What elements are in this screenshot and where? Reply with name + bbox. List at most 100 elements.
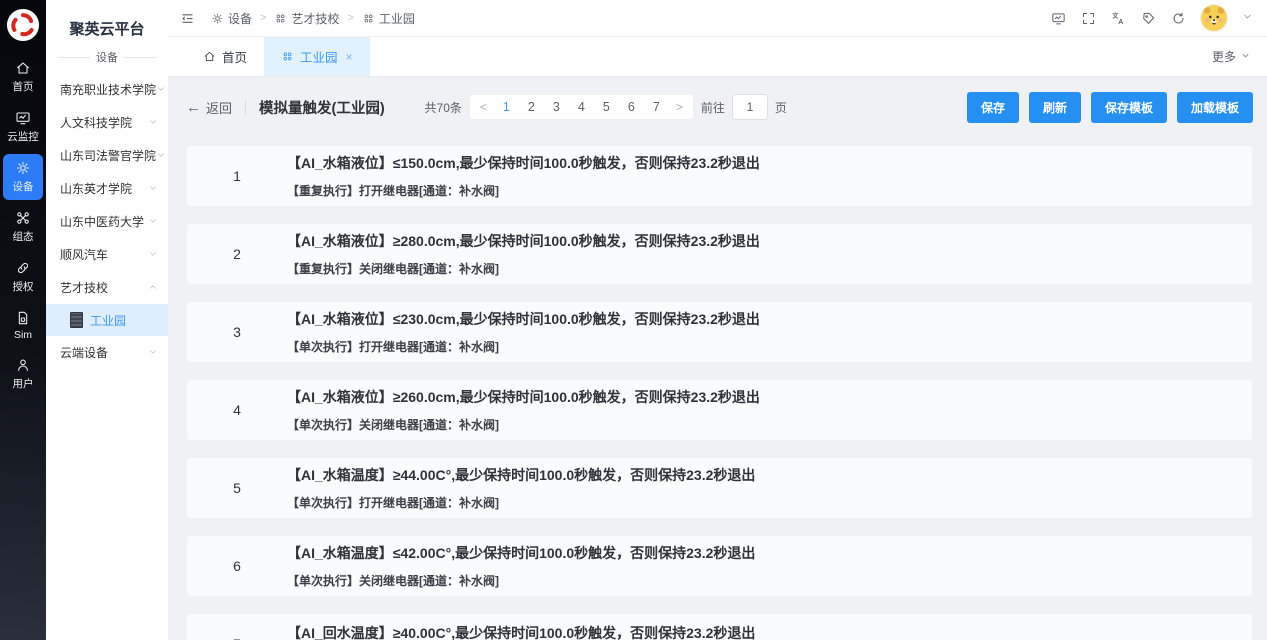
rule-index: 7 [187,636,287,640]
nav-rail: 首页云监控设备组态授权Sim用户 [0,0,46,640]
rule-action: 【单次执行】打开继电器[通道：补水阀] [287,494,755,511]
page-number-7[interactable]: 7 [644,100,669,114]
sidebar-section-label: 设备 [96,49,118,65]
chevron-down-icon [148,346,158,360]
toolbar-divider [245,100,246,115]
sidebar-section-divider: 设备 [46,49,168,73]
rail-item-gear[interactable]: 设备 [3,154,43,200]
chevron-down-icon [148,116,158,130]
tree-item-label: 艺才技校 [60,279,108,296]
goto-label: 前往 [701,99,725,116]
tag-icon[interactable] [1141,11,1156,26]
rule-card[interactable]: 7【AI_回水温度】≥40.00C°,最少保持时间100.0秒触发，否则保持23… [186,613,1253,640]
刷新-button[interactable]: 刷新 [1029,92,1081,123]
tree-item[interactable]: 山东英才学院 [46,172,168,205]
user-icon [15,357,31,373]
tabs: 首页工业园× [186,37,370,76]
rule-card[interactable]: 3【AI_水箱液位】≤230.0cm,最少保持时间100.0秒触发，否则保持23… [186,301,1253,363]
breadcrumb-item[interactable]: 设备 [211,10,252,27]
fullscreen-icon[interactable] [1081,11,1096,26]
main-column: 设备 > 艺才技校 > 工业园 文A 首页工业园× 更多 ← 返回 模拟量触发(工业园)… [168,0,1267,640]
toolbar-buttons: 保存刷新保存模板加载模板 [957,92,1253,123]
rail-item-sim[interactable]: Sim [3,304,43,347]
breadcrumb-label: 艺才技校 [291,10,339,27]
goto-page-input[interactable] [732,94,768,120]
next-page-arrow[interactable]: > [669,100,690,114]
monitor-icon[interactable] [1051,11,1066,26]
device-sidebar: 聚英云平台 设备 南充职业技术学院人文科技学院山东司法警官学院山东英才学院山东中… [46,0,168,640]
page-number-3[interactable]: 3 [544,100,569,114]
tabbar: 首页工业园× 更多 [168,37,1267,77]
rail-item-user[interactable]: 用户 [3,351,43,397]
tree-item-label: 山东中医药大学 [60,213,144,230]
加载模板-button[interactable]: 加载模板 [1177,92,1253,123]
breadcrumb-label: 设备 [228,10,252,27]
保存模板-button[interactable]: 保存模板 [1091,92,1167,123]
user-avatar[interactable] [1201,5,1227,31]
close-tab-icon[interactable]: × [346,51,353,63]
refresh-icon[interactable] [1171,11,1186,26]
collapse-sidebar-icon[interactable] [180,11,195,26]
rule-card[interactable]: 5【AI_水箱温度】≥44.00C°,最少保持时间100.0秒触发，否则保持23… [186,457,1253,519]
chevron-down-icon [156,83,166,97]
page-number-1[interactable]: 1 [494,100,519,114]
topbar: 设备>艺才技校>工业园 文A [168,0,1267,37]
rule-card[interactable]: 6【AI_水箱温度】≤42.00C°,最少保持时间100.0秒触发，否则保持23… [186,535,1253,597]
rail-item-home[interactable]: 首页 [3,54,43,100]
tree-item[interactable]: 山东司法警官学院 [46,139,168,172]
rail-item-nodes[interactable]: 组态 [3,204,43,250]
保存-button[interactable]: 保存 [967,92,1019,123]
rail-items: 首页云监控设备组态授权Sim用户 [3,54,43,401]
rule-condition: 【AI_回水温度】≥40.00C°,最少保持时间100.0秒触发，否则保持23.… [287,623,755,640]
rule-card[interactable]: 1【AI_水箱液位】≤150.0cm,最少保持时间100.0秒触发，否则保持23… [186,145,1253,207]
rule-card[interactable]: 4【AI_水箱液位】≥260.0cm,最少保持时间100.0秒触发，否则保持23… [186,379,1253,441]
tree-item-label: 顺风汽车 [60,246,108,263]
chevron-down-icon[interactable] [1242,9,1253,27]
page-number-6[interactable]: 6 [619,100,644,114]
chevron-down-icon [156,149,166,163]
rule-condition: 【AI_水箱液位】≥260.0cm,最少保持时间100.0秒触发，否则保持23.… [287,387,760,407]
page-number-4[interactable]: 4 [569,100,594,114]
page-number-2[interactable]: 2 [519,100,544,114]
tree-item[interactable]: 云端设备 [46,336,168,369]
nodes-icon [15,210,31,226]
prev-page-arrow[interactable]: < [473,100,494,114]
tab-工业园[interactable]: 工业园× [264,37,370,76]
rule-card[interactable]: 2【AI_水箱液位】≥280.0cm,最少保持时间100.0秒触发，否则保持23… [186,223,1253,285]
tree-child-item[interactable]: 工业园 [46,304,168,336]
rail-item-label: 首页 [13,79,34,94]
rule-condition: 【AI_水箱温度】≥44.00C°,最少保持时间100.0秒触发，否则保持23.… [287,465,755,485]
svg-text:A: A [1119,19,1124,26]
more-dropdown[interactable]: 更多 [1196,37,1267,76]
rail-item-monitor[interactable]: 云监控 [3,104,43,150]
tree-item[interactable]: 南充职业技术学院 [46,73,168,106]
rail-item-label: 云监控 [7,129,39,144]
translate-icon[interactable]: 文A [1111,11,1126,26]
tree-item[interactable]: 艺才技校 [46,271,168,304]
tree-item[interactable]: 山东中医药大学 [46,205,168,238]
back-arrow-icon: ← [186,100,201,115]
rule-condition: 【AI_水箱液位】≤150.0cm,最少保持时间100.0秒触发，否则保持23.… [287,153,760,173]
juying-logo-icon[interactable] [6,8,40,42]
tab-首页[interactable]: 首页 [186,37,264,76]
back-button[interactable]: ← 返回 [186,98,232,117]
rule-index: 5 [187,480,287,496]
rule-index: 6 [187,558,287,574]
breadcrumb-item[interactable]: 工业园 [362,10,415,27]
rail-item-link[interactable]: 授权 [3,254,43,300]
rule-index: 4 [187,402,287,418]
tree-item[interactable]: 顺风汽车 [46,238,168,271]
group-icon [281,50,294,63]
toolbar: ← 返回 模拟量触发(工业园) 共70条 <1234567> 前往 页 保存刷新… [186,93,1253,121]
app-root: 首页云监控设备组态授权Sim用户 聚英云平台 设备 南充职业技术学院人文科技学院… [0,0,1267,640]
chevron-down-icon [148,248,158,262]
tree-item-label: 南充职业技术学院 [60,81,156,98]
rule-list: 1【AI_水箱液位】≤150.0cm,最少保持时间100.0秒触发，否则保持23… [186,145,1253,640]
rule-condition: 【AI_水箱液位】≤230.0cm,最少保持时间100.0秒触发，否则保持23.… [287,309,760,329]
breadcrumb-item[interactable]: 艺才技校 [274,10,339,27]
breadcrumb-separator: > [347,12,353,24]
tree-item[interactable]: 人文科技学院 [46,106,168,139]
topbar-actions: 文A [1051,5,1253,31]
page-number-5[interactable]: 5 [594,100,619,114]
page-title: 模拟量触发(工业园) [259,97,385,118]
